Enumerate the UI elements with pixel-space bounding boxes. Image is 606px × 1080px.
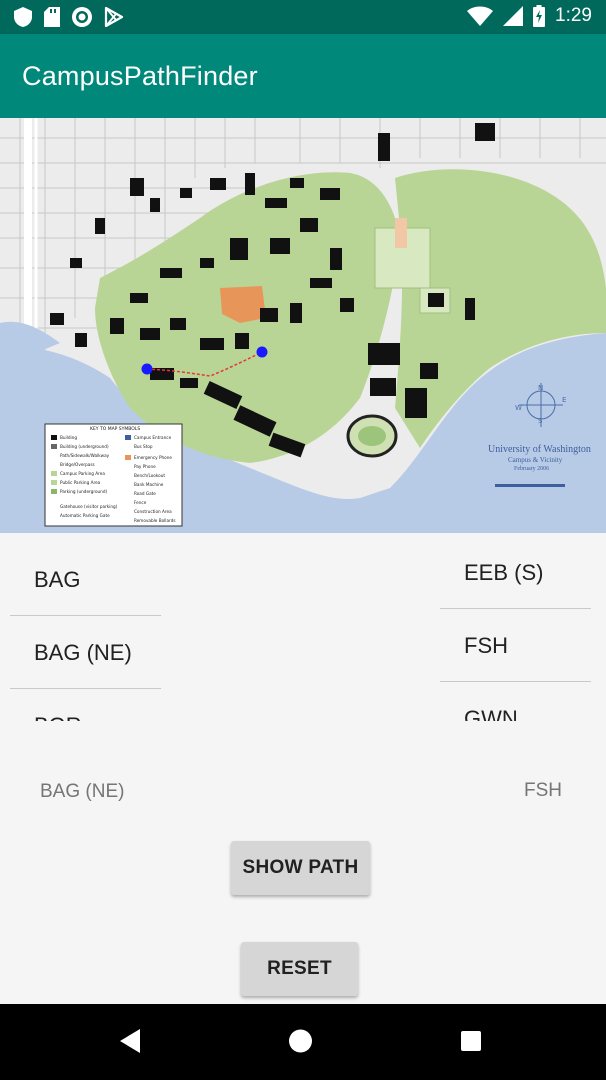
campus-map[interactable]: N E S W University of Washington Campus … xyxy=(0,118,606,533)
legend-item: Parking (underground) xyxy=(60,489,107,494)
selected-destination-label: FSH xyxy=(524,780,562,801)
start-building-list[interactable]: BAG BAG (NE) BGR xyxy=(10,543,161,721)
legend-item: Removable Bollards xyxy=(134,518,176,523)
legend-item: Path/Sidewalk/Walkway xyxy=(60,453,110,458)
home-icon[interactable] xyxy=(288,1028,313,1054)
legend-item: Bridge/Overpass xyxy=(60,462,95,467)
legend-item: Gatehouse (visitor parking) xyxy=(60,504,118,509)
legend-item: Campus Parking Area xyxy=(60,471,105,476)
selected-start-label: BAG (NE) xyxy=(40,781,125,802)
dest-marker xyxy=(256,346,268,358)
sync-circle-icon xyxy=(72,7,92,27)
legend-item: Automatic Parking Gate xyxy=(60,513,110,518)
signal-icon xyxy=(503,6,524,26)
show-path-button[interactable]: SHOW PATH xyxy=(231,841,370,895)
list-item[interactable]: GWN xyxy=(440,682,591,721)
map-uw-title: University of Washington xyxy=(488,444,591,455)
destination-building-list[interactable]: EEB (S) FSH GWN xyxy=(440,536,591,721)
wifi-icon xyxy=(467,6,494,26)
start-marker xyxy=(141,363,153,375)
legend-item: Bus Stop xyxy=(134,444,153,449)
legend-item: Pay Phone xyxy=(134,464,156,469)
list-item-label: EEB (S) xyxy=(464,560,544,585)
list-item[interactable]: BAG (NE) xyxy=(10,616,161,689)
campus-map-image: N E S W University of Washington Campus … xyxy=(0,118,606,533)
legend-item: Fence xyxy=(134,500,147,505)
app-screen: 1:29 CampusPathFinder N E S W University… xyxy=(0,0,606,1080)
map-legend: KEY TO MAP SYMBOLS Building Building (un… xyxy=(44,423,183,527)
legend-item: Campus Entrance xyxy=(134,435,172,440)
back-icon[interactable] xyxy=(118,1028,142,1054)
list-item-label: BGR xyxy=(34,713,82,721)
list-item-label: GWN xyxy=(464,706,518,721)
status-bar: 1:29 xyxy=(0,0,606,34)
list-item[interactable]: BGR xyxy=(10,689,161,721)
compass-n: N xyxy=(538,384,543,392)
list-item[interactable]: FSH xyxy=(440,609,591,682)
app-title: CampusPathFinder xyxy=(22,61,258,91)
compass-w: W xyxy=(515,404,522,412)
list-item-label: BAG xyxy=(34,567,81,592)
list-item-label: FSH xyxy=(464,633,508,658)
legend-item: Road Gate xyxy=(134,491,156,496)
legend-item: Public Parking Area xyxy=(60,480,101,485)
list-item-label: BAG (NE) xyxy=(34,640,132,665)
legend-item: Bank Machine xyxy=(134,482,164,487)
compass-s: S xyxy=(538,417,543,425)
legend-item: Building (underground) xyxy=(60,444,109,449)
status-time: 1:29 xyxy=(555,5,592,26)
legend-item: Bench/Lookout xyxy=(134,473,165,478)
map-uw-subtitle: Campus & Vicinity xyxy=(508,456,563,464)
navigation-bar xyxy=(0,1004,606,1080)
legend-title: KEY TO MAP SYMBOLS xyxy=(90,426,140,432)
play-store-icon xyxy=(104,7,124,27)
legend-item: Construction Area xyxy=(134,509,172,514)
battery-icon xyxy=(533,5,546,27)
app-bar: CampusPathFinder xyxy=(0,34,606,118)
map-uw-date: February 2006 xyxy=(514,466,549,472)
reset-button[interactable]: RESET xyxy=(241,942,358,996)
sd-card-icon xyxy=(44,7,60,27)
recent-apps-icon[interactable] xyxy=(460,1028,482,1054)
legend-item: Emergency Phone xyxy=(134,455,172,460)
list-item[interactable]: BAG xyxy=(10,543,161,616)
list-item[interactable]: EEB (S) xyxy=(440,536,591,609)
compass-e: E xyxy=(562,396,566,404)
shield-icon xyxy=(14,7,32,27)
legend-item: Building xyxy=(60,435,77,440)
